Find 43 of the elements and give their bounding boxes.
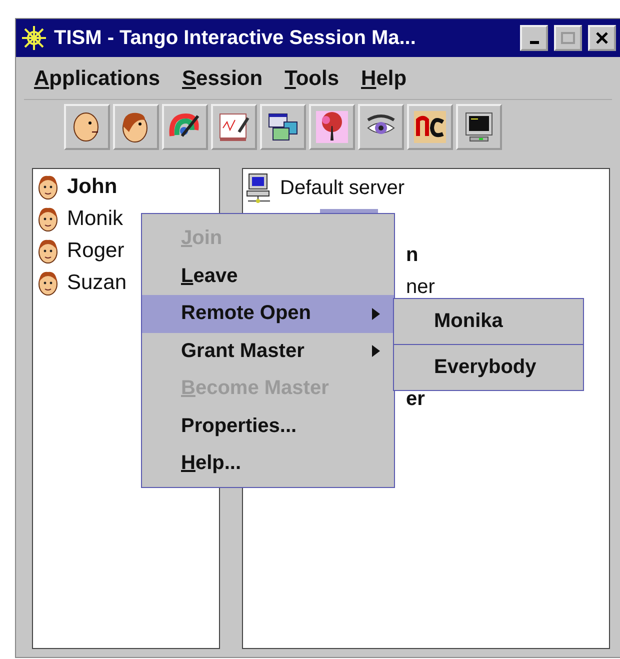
- face-icon: [37, 206, 59, 232]
- toolbar-button[interactable]: [260, 104, 306, 150]
- context-menu-item[interactable]: Leave: [142, 258, 394, 295]
- submenu-item[interactable]: Monika: [394, 299, 583, 345]
- context-menu-item[interactable]: Remote Open: [142, 295, 394, 332]
- toolbar-button[interactable]: [456, 104, 502, 150]
- minimize-icon: [530, 40, 538, 44]
- menu-item[interactable]: Session: [182, 67, 263, 91]
- tree-item[interactable]: Default server: [280, 178, 404, 198]
- submenu-arrow-icon: [372, 345, 380, 358]
- menu-item[interactable]: Tools: [284, 67, 340, 91]
- toolbar-button[interactable]: [407, 104, 453, 150]
- menu-item[interactable]: Help: [361, 67, 407, 91]
- context-menu-item[interactable]: Properties...: [142, 408, 394, 445]
- participant-name[interactable]: John: [67, 175, 118, 199]
- close-button[interactable]: [588, 25, 616, 51]
- nc-logo-icon: [413, 110, 447, 144]
- tree-item[interactable]: er: [406, 389, 425, 409]
- face-icon: [37, 238, 59, 264]
- toolbar-button[interactable]: [64, 104, 110, 150]
- toolbar-button[interactable]: [162, 104, 208, 150]
- submenu-item[interactable]: Everybody: [394, 345, 583, 390]
- context-menu-item[interactable]: Grant Master: [142, 332, 394, 370]
- tree-item[interactable]: n: [406, 245, 418, 265]
- computer-icon: [246, 173, 272, 203]
- window-title: TISM - Tango Interactive Session Ma...: [54, 26, 417, 50]
- toolbar-button[interactable]: [211, 104, 257, 150]
- tree-icon: [315, 110, 349, 144]
- toolbar-button[interactable]: [113, 104, 159, 150]
- tree-item[interactable]: ner: [406, 277, 435, 297]
- minimize-button[interactable]: [520, 25, 548, 51]
- face-icon: [37, 270, 59, 296]
- participant-name[interactable]: Roger: [67, 239, 124, 263]
- participant-name[interactable]: Monik: [67, 207, 124, 231]
- participant-name[interactable]: Suzan: [67, 271, 127, 295]
- close-icon: [595, 31, 609, 45]
- context-menu-item[interactable]: Help...: [142, 445, 394, 482]
- submenu-arrow-icon: [372, 308, 380, 320]
- toolbar-button[interactable]: [358, 104, 404, 150]
- star-logo-icon: [20, 24, 48, 52]
- maximize-icon: [561, 32, 575, 44]
- face-icon: [37, 174, 59, 200]
- menu-item[interactable]: Applications: [34, 67, 160, 91]
